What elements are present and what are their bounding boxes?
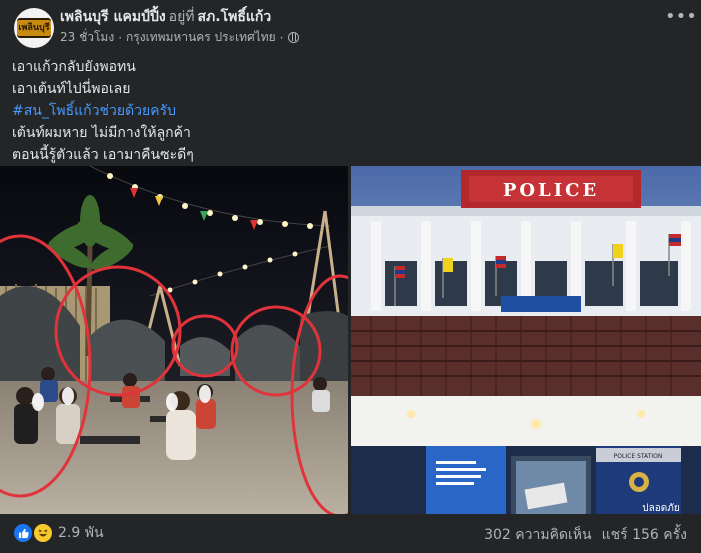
haha-icon bbox=[32, 522, 54, 544]
post-text: เอาแก้วกลับยังพอทน เอาเต้นท์ไปนี่พอเลย #… bbox=[12, 56, 682, 166]
more-options-icon[interactable]: ••• bbox=[665, 6, 697, 34]
meta-dot-2: · bbox=[279, 30, 284, 45]
shares-count[interactable]: แชร์ 156 ครั้ง bbox=[602, 524, 687, 546]
police-small-sign: POLICE STATION bbox=[614, 453, 663, 460]
post-line: ตอนนี้รู้ตัวแล้ว เอามาคืนซะดีๆ bbox=[12, 147, 194, 163]
reactions-summary[interactable]: 2.9 พัน bbox=[12, 522, 104, 544]
reaction-count[interactable]: 2.9 พัน bbox=[58, 522, 104, 544]
post-time[interactable]: 23 ชั่วโมง bbox=[60, 28, 114, 47]
page-logo: เพลินบุรี bbox=[17, 18, 51, 38]
post-footer: 2.9 พัน 302 ความคิดเห็น แชร์ 156 ครั้ง bbox=[0, 514, 701, 553]
meta-dot: · bbox=[118, 30, 123, 45]
post-author-line: เพลินบุรี แคมป์ปิ้ง อยู่ที่ สภ.โพธิ์แก้ว bbox=[60, 8, 271, 26]
police-photo-art: POLICE POLICE STATION ปลอดภัย bbox=[351, 166, 701, 514]
post-header: เพลินบุรี เพลินบุรี แคมป์ปิ้ง อยู่ที่ สภ.โ… bbox=[10, 6, 690, 50]
globe-icon bbox=[287, 32, 299, 43]
banner-text: ปลอดภัย bbox=[642, 503, 679, 514]
at-word: อยู่ที่ bbox=[168, 9, 195, 25]
camping-photo-art bbox=[0, 166, 348, 514]
page-name-link[interactable]: เพลินบุรี แคมป์ปิ้ง bbox=[60, 9, 166, 25]
photo-grid: POLICE POLICE STATION ปลอดภัย bbox=[0, 166, 701, 514]
hashtag-link[interactable]: #สน_โพธิ์แก้วช่วยด้วยครับ bbox=[12, 100, 682, 122]
photo-police-station[interactable]: POLICE POLICE STATION ปลอดภัย bbox=[351, 166, 701, 514]
post-location[interactable]: กรุงเทพมหานคร ประเทศไทย bbox=[126, 28, 276, 47]
comments-count[interactable]: 302 ความคิดเห็น bbox=[484, 524, 592, 546]
like-icon bbox=[12, 522, 34, 544]
police-sign-text: POLICE bbox=[503, 180, 599, 201]
engagement-stats: 302 ความคิดเห็น แชร์ 156 ครั้ง bbox=[484, 524, 687, 546]
page-avatar[interactable]: เพลินบุรี bbox=[14, 8, 54, 48]
photo-camping-area[interactable] bbox=[0, 166, 348, 514]
post-line: เต้นท์ผมหาย ไม่มีกางให้ลูกค้า bbox=[12, 125, 191, 141]
post-line: เอาแก้วกลับยังพอทน bbox=[12, 59, 136, 75]
post-meta: 23 ชั่วโมง · กรุงเทพมหานคร ประเทศไทย · bbox=[60, 28, 299, 47]
post-line: เอาเต้นท์ไปนี่พอเลย bbox=[12, 81, 131, 97]
post-card: เพลินบุรี เพลินบุรี แคมป์ปิ้ง อยู่ที่ สภ.โ… bbox=[0, 0, 701, 553]
location-link[interactable]: สภ.โพธิ์แก้ว bbox=[198, 9, 272, 25]
